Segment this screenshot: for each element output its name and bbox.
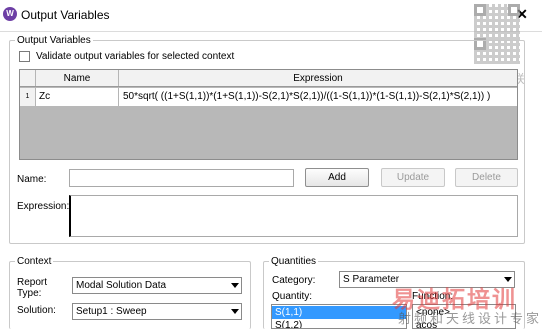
chevron-down-icon (231, 283, 239, 288)
validate-label: Validate output variables for selected c… (36, 51, 235, 62)
table-header: Name Expression (20, 70, 517, 87)
expression-label: Expression: (17, 201, 70, 212)
quantity-label: Quantity: (272, 291, 313, 302)
solution-label: Solution: (17, 305, 56, 316)
update-button[interactable]: Update (381, 168, 445, 187)
title-bar: W Output Variables ✕ (0, 0, 542, 32)
app-icon: W (3, 7, 17, 21)
header-expression: Expression (293, 73, 343, 84)
expression-input[interactable] (69, 195, 518, 237)
quantities-group-label: Quantities (269, 256, 319, 267)
add-button[interactable]: Add (305, 168, 369, 187)
row-index: 1 (20, 88, 36, 106)
table-row[interactable]: 1 Zc 50*sqrt( ((1+S(1,1))*(1+S(1,1))-S(2… (20, 88, 517, 106)
solution-select[interactable]: Setup1 : Sweep (72, 303, 242, 320)
report-type-label-text: Report Type: (17, 277, 48, 299)
output-variables-table: Name Expression 1 Zc 50*sqrt( ((1+S(1,1)… (19, 69, 518, 160)
row-expression[interactable]: 50*sqrt( ((1+S(1,1))*(1+S(1,1))-S(2,1)*S… (119, 88, 517, 106)
solution-value: Setup1 : Sweep (76, 306, 147, 317)
validate-checkbox[interactable] (19, 51, 30, 62)
header-index (20, 70, 36, 86)
list-item[interactable]: S(1,1) (272, 306, 406, 319)
context-group-label: Context (15, 256, 54, 267)
delete-button[interactable]: Delete (455, 168, 518, 187)
output-variables-group-label: Output Variables (15, 35, 93, 46)
window-title: Output Variables (21, 8, 110, 22)
header-name: Name (36, 70, 119, 86)
report-type-select[interactable]: Modal Solution Data (72, 277, 242, 294)
brand-subtitle-watermark: 射频和天线设计专家 (398, 311, 542, 326)
report-type-label: Report Type: (17, 277, 55, 299)
report-type-value: Modal Solution Data (76, 280, 167, 291)
category-label: Category: (272, 275, 316, 286)
quantity-list[interactable]: S(1,1) S(1,2) (271, 304, 407, 329)
name-label: Name: (17, 174, 47, 185)
row-name[interactable]: Zc (36, 88, 119, 106)
list-item[interactable]: S(1,2) (272, 319, 406, 328)
chevron-down-icon (231, 309, 239, 314)
category-value: S Parameter (343, 274, 400, 285)
name-input[interactable] (69, 169, 294, 187)
